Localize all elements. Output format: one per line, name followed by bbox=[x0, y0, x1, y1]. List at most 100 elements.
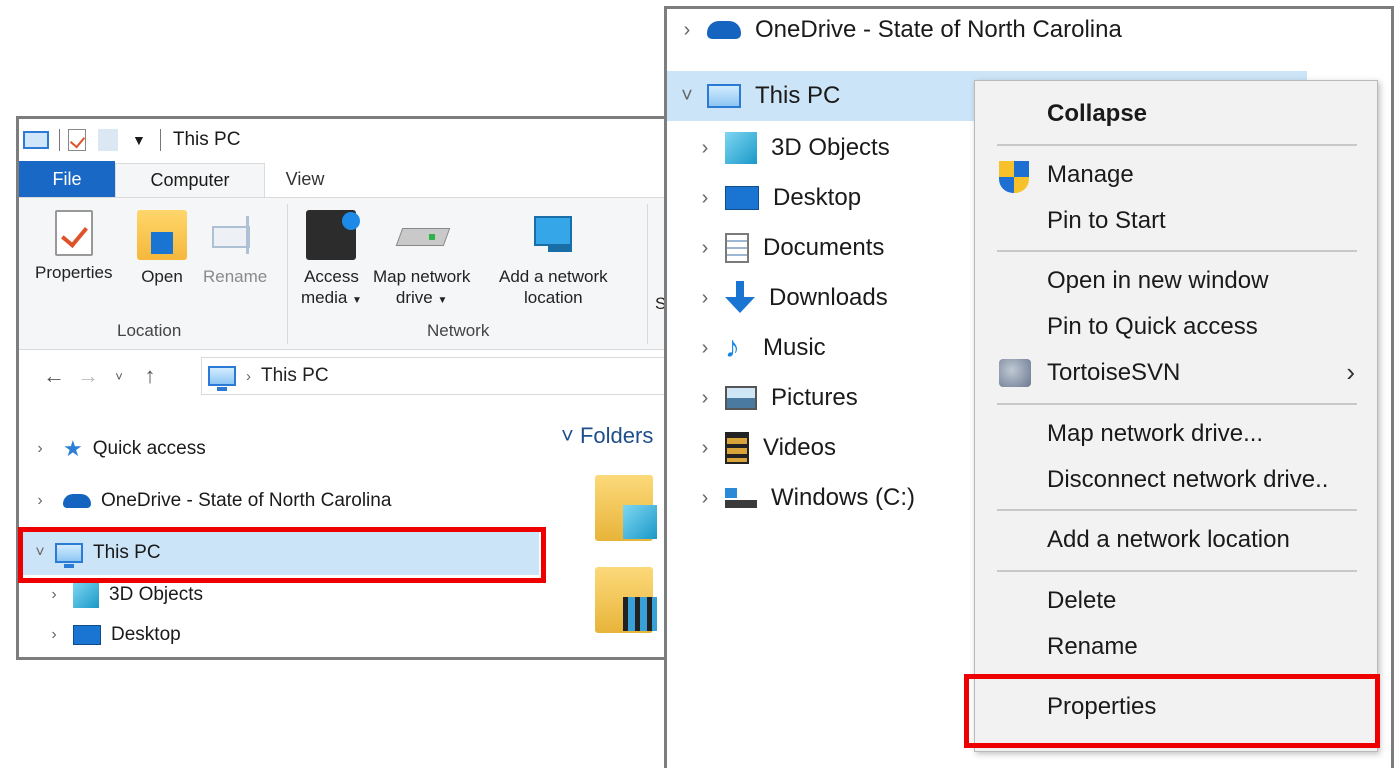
address-bar[interactable]: › This PC bbox=[201, 357, 665, 395]
properties-button[interactable]: Properties bbox=[35, 210, 112, 283]
rename-icon bbox=[210, 210, 260, 260]
star-icon: ★ bbox=[63, 436, 83, 461]
tortoisesvn-icon bbox=[999, 359, 1031, 387]
expand-chevron-icon[interactable]: › bbox=[39, 586, 69, 604]
open-icon bbox=[137, 210, 187, 260]
collapse-chevron-icon[interactable]: ˅ bbox=[25, 544, 55, 562]
ribbon-divider bbox=[287, 204, 288, 344]
rename-button[interactable]: Rename bbox=[203, 210, 267, 287]
menu-item-collapse[interactable]: Collapse bbox=[975, 92, 1377, 136]
ribbon-divider bbox=[647, 204, 648, 344]
menu-item-delete[interactable]: Delete bbox=[975, 579, 1377, 623]
forward-arrow-icon[interactable]: → bbox=[71, 363, 105, 389]
cloud-icon bbox=[63, 494, 91, 508]
expand-chevron-icon[interactable]: › bbox=[685, 387, 725, 410]
computer-icon bbox=[23, 131, 49, 149]
folder-3d-objects[interactable] bbox=[595, 475, 657, 541]
menu-item-pin-to-start[interactable]: Pin to Start bbox=[975, 199, 1377, 243]
tree-item-3d-objects[interactable]: › 3D Objects bbox=[19, 573, 549, 617]
expand-chevron-icon[interactable]: › bbox=[667, 19, 707, 42]
expand-chevron-icon[interactable]: › bbox=[25, 440, 55, 458]
access-media-button[interactable]: Access media ▼ bbox=[301, 210, 362, 311]
breadcrumb[interactable]: This PC bbox=[261, 365, 329, 387]
expand-chevron-icon[interactable]: › bbox=[685, 487, 725, 510]
window-title: This PC bbox=[172, 129, 241, 150]
menu-item-open-new-window[interactable]: Open in new window bbox=[975, 259, 1377, 303]
tree-item-onedrive[interactable]: › OneDrive - State of North Carolina bbox=[667, 9, 1307, 55]
tree-item-desktop[interactable]: › Desktop bbox=[19, 613, 549, 657]
folder-videos[interactable] bbox=[595, 567, 657, 633]
menu-item-add-network-location[interactable]: Add a network location bbox=[975, 518, 1377, 562]
expand-chevron-icon[interactable]: › bbox=[685, 187, 725, 210]
cube-icon bbox=[623, 505, 657, 539]
tree-item-this-pc[interactable]: ˅ This PC bbox=[19, 531, 539, 575]
network-group-label: Network bbox=[427, 321, 490, 340]
collapse-chevron-icon[interactable]: ˅ bbox=[667, 85, 707, 108]
video-icon bbox=[725, 432, 749, 464]
tab-view[interactable]: View bbox=[265, 161, 345, 197]
new-folder-icon[interactable] bbox=[98, 129, 118, 151]
customize-toolbar-icon[interactable]: ▼ bbox=[132, 132, 146, 148]
computer-icon bbox=[55, 543, 83, 568]
location-group-label: Location bbox=[117, 321, 182, 340]
tree-item-quick-access[interactable]: › ★ Quick access bbox=[19, 427, 549, 471]
tab-file[interactable]: File bbox=[19, 161, 115, 197]
network-location-icon bbox=[528, 210, 578, 260]
properties-icon bbox=[54, 210, 93, 256]
menu-item-map-network-drive[interactable]: Map network drive... bbox=[975, 412, 1377, 456]
expand-chevron-icon[interactable]: › bbox=[685, 337, 725, 360]
map-network-drive-button[interactable]: Map network drive ▼ bbox=[373, 210, 470, 311]
desktop-icon bbox=[725, 186, 759, 210]
breadcrumb-chevron-icon[interactable]: › bbox=[246, 368, 251, 385]
menu-separator bbox=[997, 403, 1357, 405]
document-icon bbox=[725, 233, 749, 263]
menu-item-tortoisesvn[interactable]: TortoiseSVN › bbox=[975, 351, 1377, 395]
menu-item-rename[interactable]: Rename bbox=[975, 625, 1377, 669]
context-menu: Collapse Manage Pin to Start Open in new… bbox=[974, 80, 1378, 752]
expand-chevron-icon[interactable]: › bbox=[39, 626, 69, 644]
tree-item-onedrive[interactable]: › OneDrive - State of North Carolina bbox=[19, 479, 549, 523]
menu-item-properties[interactable]: Properties bbox=[975, 685, 1377, 729]
navigation-bar: ← → ˅ ↑ › This PC bbox=[19, 351, 665, 401]
ribbon-tabs: File Computer View bbox=[19, 161, 665, 198]
content-pane: ˅ Folders bbox=[551, 401, 665, 657]
dropdown-caret-icon: ▼ bbox=[352, 295, 362, 306]
dropdown-caret-icon: ▼ bbox=[437, 295, 448, 306]
expand-chevron-icon[interactable]: › bbox=[25, 492, 55, 510]
tab-computer[interactable]: Computer bbox=[115, 163, 265, 197]
menu-item-manage[interactable]: Manage bbox=[975, 153, 1377, 197]
cube-icon bbox=[73, 582, 99, 608]
navigation-pane: › ★ Quick access › OneDrive - State of N… bbox=[19, 401, 549, 657]
open-button[interactable]: Open bbox=[137, 210, 187, 287]
properties-icon[interactable] bbox=[68, 129, 86, 151]
desktop-icon bbox=[73, 625, 101, 645]
media-icon bbox=[306, 210, 361, 260]
menu-separator bbox=[997, 509, 1357, 511]
menu-separator bbox=[997, 250, 1357, 252]
recent-locations-icon[interactable]: ˅ bbox=[105, 369, 133, 384]
pictures-icon bbox=[725, 386, 757, 410]
expand-chevron-icon[interactable]: › bbox=[685, 137, 725, 160]
menu-separator bbox=[997, 570, 1357, 572]
computer-icon bbox=[707, 84, 741, 108]
quick-access-toolbar: ▼ This PC bbox=[19, 119, 665, 161]
up-arrow-icon[interactable]: ↑ bbox=[133, 363, 167, 389]
drive-icon bbox=[725, 488, 757, 508]
add-network-location-button[interactable]: Add a network location bbox=[499, 210, 608, 308]
menu-item-disconnect-network-drive[interactable]: Disconnect network drive.. bbox=[975, 458, 1377, 502]
shield-icon bbox=[999, 161, 1029, 193]
expand-chevron-icon[interactable]: › bbox=[685, 437, 725, 460]
folders-section-header[interactable]: ˅ Folders bbox=[561, 423, 653, 449]
submenu-arrow-icon: › bbox=[1346, 357, 1355, 387]
expand-chevron-icon[interactable]: › bbox=[685, 237, 725, 260]
back-arrow-icon[interactable]: ← bbox=[37, 363, 71, 389]
cloud-icon bbox=[707, 21, 741, 39]
video-icon bbox=[623, 597, 657, 631]
cube-icon bbox=[725, 132, 757, 164]
explorer-window: ▼ This PC File Computer View Properties … bbox=[16, 116, 668, 660]
menu-separator bbox=[997, 676, 1357, 678]
download-icon bbox=[725, 281, 755, 315]
expand-chevron-icon[interactable]: › bbox=[685, 287, 725, 310]
menu-separator bbox=[997, 144, 1357, 146]
menu-item-pin-quick-access[interactable]: Pin to Quick access bbox=[975, 305, 1377, 349]
